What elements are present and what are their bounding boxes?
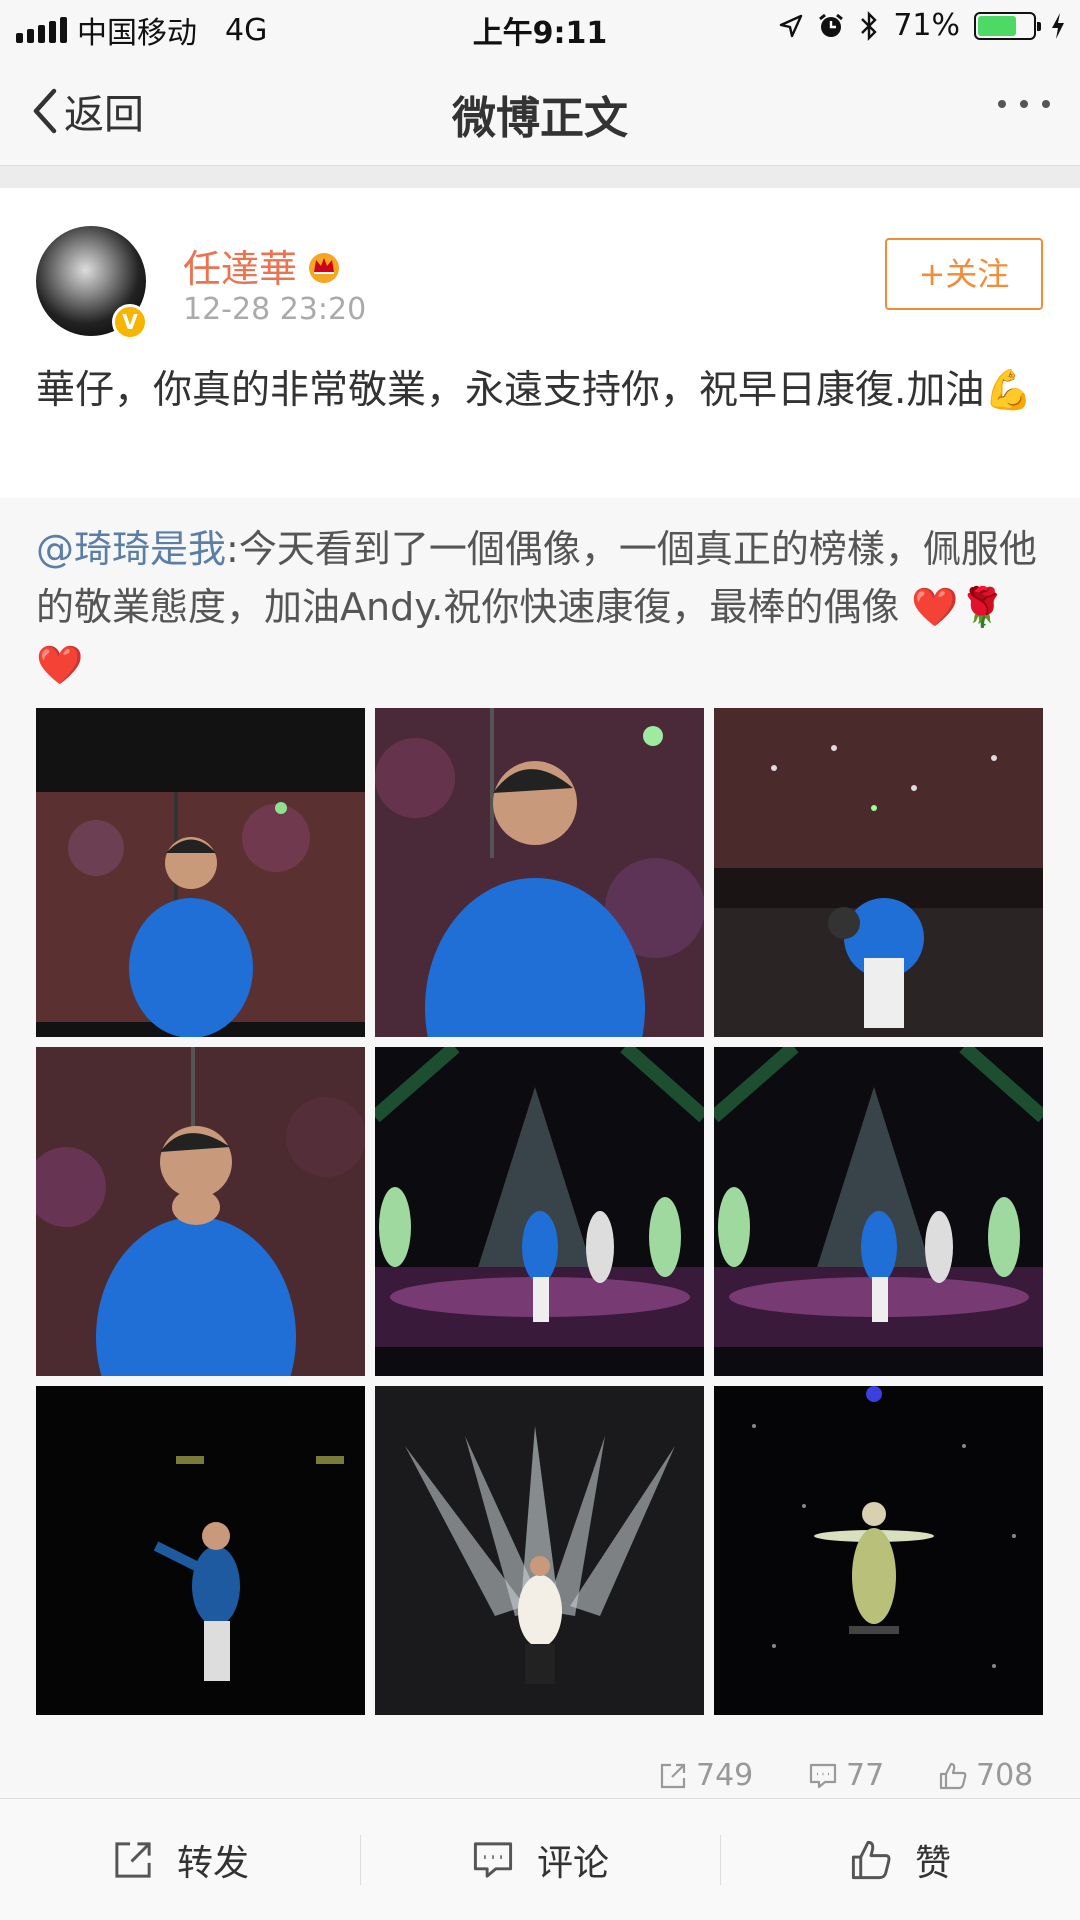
- share-icon: [660, 1763, 686, 1788]
- more-options-icon[interactable]: [998, 100, 1050, 108]
- mention-link[interactable]: @琦琦是我: [36, 527, 226, 571]
- bluetooth-icon: [861, 10, 878, 41]
- section-divider: [0, 166, 1080, 188]
- photo-thumbnail[interactable]: [36, 1386, 365, 1715]
- author-name-text: 任達華: [183, 247, 298, 291]
- photo-thumbnail[interactable]: [36, 708, 365, 1037]
- like-count-value: 708: [976, 1758, 1034, 1793]
- share-icon: [115, 1842, 151, 1878]
- comment-label: 评论: [536, 1843, 609, 1884]
- like-count[interactable]: 708: [938, 1758, 1033, 1793]
- reposted-content[interactable]: @琦琦是我:今天看到了一個偶像，一個真正的榜樣，佩服他的敬業態度，加油Andy.…: [0, 498, 1080, 1798]
- bottom-toolbar: 转发 评论 赞: [0, 1798, 1080, 1920]
- like-button[interactable]: 赞: [720, 1799, 1080, 1920]
- thumbs-up-icon: [939, 1762, 967, 1789]
- repost-label: 转发: [176, 1843, 249, 1884]
- photo-thumbnail[interactable]: [375, 1047, 704, 1376]
- photo-thumbnail[interactable]: [375, 708, 704, 1037]
- comment-icon: [809, 1763, 837, 1788]
- repost-count-value: 749: [696, 1758, 754, 1793]
- repost-button[interactable]: 转发: [0, 1799, 360, 1920]
- post-stats: 749 77 708: [0, 1758, 1080, 1798]
- location-icon: [780, 14, 803, 37]
- comment-count[interactable]: 77: [808, 1758, 884, 1793]
- alarm-icon: [819, 13, 844, 37]
- navigation-bar: 返回 微博正文: [0, 54, 1080, 166]
- battery-level: [978, 15, 1017, 36]
- comment-icon: [473, 1842, 513, 1878]
- photo-thumbnail[interactable]: [714, 1386, 1043, 1715]
- charging-icon: [1052, 12, 1064, 39]
- photo-thumbnail[interactable]: [36, 1047, 365, 1376]
- post-card: V 任達華 12-28 23:20 +关注 華仔，你真的非常敬業，永遠支持你，祝…: [0, 188, 1080, 498]
- photo-thumbnail[interactable]: [714, 1047, 1043, 1376]
- like-label: 赞: [914, 1843, 951, 1884]
- image-grid: [36, 708, 1044, 1716]
- photo-thumbnail[interactable]: [375, 1386, 704, 1715]
- author-name[interactable]: 任達華: [183, 238, 343, 293]
- follow-button[interactable]: +关注: [885, 238, 1043, 310]
- page-title: 微博正文: [452, 93, 628, 144]
- status-right: 71%: [779, 8, 1066, 43]
- comment-count-value: 77: [846, 1758, 885, 1793]
- repost-count[interactable]: 749: [658, 1758, 753, 1793]
- comment-button[interactable]: 评论: [360, 1799, 720, 1920]
- battery-percent: 71%: [893, 8, 960, 43]
- post-text: 華仔，你真的非常敬業，永遠支持你，祝早日康復.加油💪: [36, 368, 1033, 413]
- crown-icon: [309, 252, 340, 283]
- status-bar: 中国移动 4G 上午9:11 71%: [0, 0, 1080, 54]
- battery-icon: [974, 11, 1041, 40]
- post-time: 12-28 23:20: [183, 292, 367, 327]
- repost-text: @琦琦是我:今天看到了一個偶像，一個真正的榜樣，佩服他的敬業態度，加油Andy.…: [36, 520, 1046, 694]
- thumbs-up-icon: [851, 1840, 891, 1880]
- photo-thumbnail[interactable]: [714, 708, 1043, 1037]
- verified-badge-icon: V: [112, 304, 148, 340]
